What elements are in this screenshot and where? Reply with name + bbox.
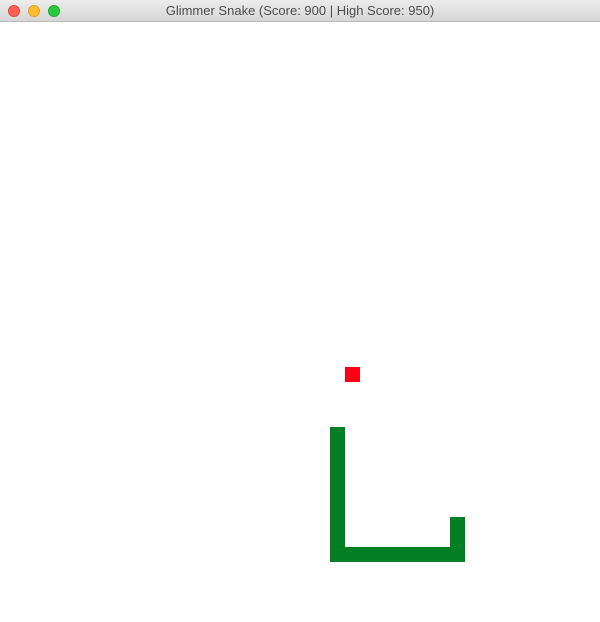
snake-segment <box>330 442 345 457</box>
snake-segment <box>450 517 465 532</box>
apple <box>345 367 360 382</box>
title-bar[interactable]: Glimmer Snake (Score: 900 | High Score: … <box>0 0 600 22</box>
snake-segment <box>360 547 375 562</box>
snake-segment <box>330 502 345 517</box>
window-title: Glimmer Snake (Score: 900 | High Score: … <box>165 3 435 18</box>
game-window: Glimmer Snake (Score: 900 | High Score: … <box>0 0 600 622</box>
snake-segment <box>435 547 450 562</box>
snake-segment <box>390 547 405 562</box>
snake-segment <box>330 547 345 562</box>
close-window-button[interactable] <box>8 5 20 17</box>
snake-segment <box>375 547 390 562</box>
snake-segment <box>330 532 345 547</box>
snake-segment <box>450 547 465 562</box>
snake-segment <box>330 517 345 532</box>
minimize-window-button[interactable] <box>28 5 40 17</box>
zoom-window-button[interactable] <box>48 5 60 17</box>
snake-segment <box>345 547 360 562</box>
snake-segment <box>405 547 420 562</box>
game-board[interactable] <box>0 22 600 622</box>
snake-segment <box>330 472 345 487</box>
snake-segment <box>420 547 435 562</box>
snake-segment <box>330 457 345 472</box>
snake-segment <box>450 532 465 547</box>
snake-head <box>330 427 345 442</box>
snake-segment <box>330 487 345 502</box>
